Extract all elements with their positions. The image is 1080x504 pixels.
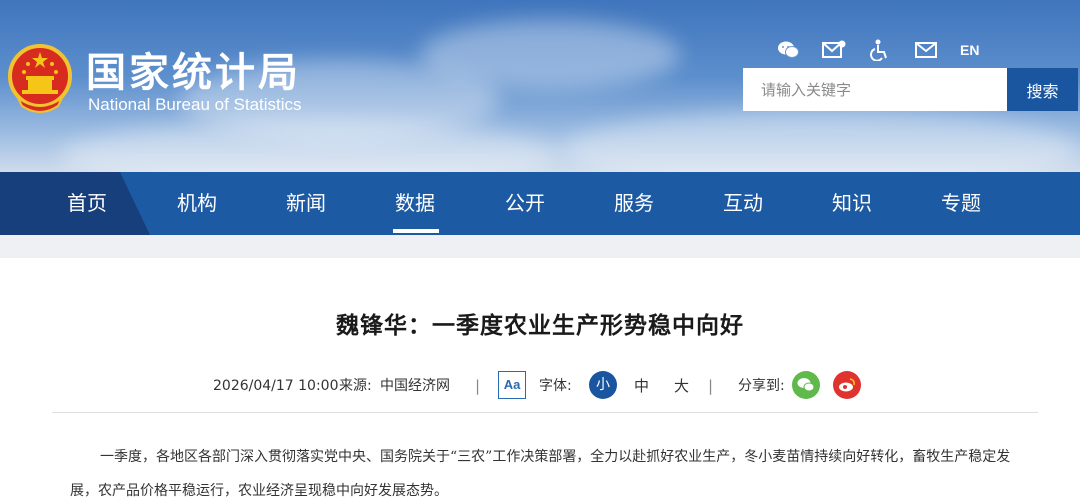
site-title-en[interactable]: National Bureau of Statistics [88,95,302,115]
font-size-medium-button[interactable]: 中 [634,374,649,398]
main-nav: 首页 机构 新闻 数据 公开 服务 互动 知识 专题 [0,172,1080,235]
article-datetime: 2026/04/17 10:00 [213,378,339,394]
search-button[interactable]: 搜索 [1007,68,1078,111]
article-title: 魏锋华：一季度农业生产形势稳中向好 [336,313,744,339]
nav-item-news[interactable]: 新闻 [286,172,326,235]
nav-active-indicator [393,229,439,233]
meta-divider: | [708,377,714,395]
site-header: 国家统计局 National Bureau of Statistics EN 搜… [0,0,1080,172]
mail-edit-icon[interactable] [822,38,846,62]
nav-item-topics[interactable]: 专题 [941,172,981,235]
site-title-cn[interactable]: 国家统计局 [86,40,301,98]
share-label: 分享到: [738,378,785,394]
font-size-label: 字体: [539,378,572,394]
meta-divider: | [475,377,481,395]
nav-item-services[interactable]: 服务 [614,172,654,235]
nav-item-organization[interactable]: 机构 [177,172,217,235]
nav-item-home[interactable]: 首页 [67,172,107,235]
wechat-icon[interactable] [776,38,800,62]
header-utility-icons: EN [776,38,979,62]
nav-item-data[interactable]: 数据 [395,172,435,235]
font-toggle-button[interactable]: Aa [498,371,526,399]
nav-item-knowledge[interactable]: 知识 [832,172,872,235]
meta-divider-line [52,412,1038,413]
weibo-share-icon[interactable] [833,371,861,399]
article-source: 中国经济网 [380,378,450,394]
national-emblem-icon [8,44,72,113]
nav-item-interaction[interactable]: 互动 [723,172,763,235]
nav-item-public[interactable]: 公开 [505,172,545,235]
search-input[interactable] [743,68,1007,111]
wechat-share-icon[interactable] [792,371,820,399]
font-size-small-button[interactable]: 小 [589,371,617,399]
article-body: 一季度，各地区各部门深入贯彻落实党中央、国务院关于“三农”工作决策部署，全力以赴… [70,449,1011,499]
mail-icon[interactable] [914,38,938,62]
source-label: 来源: [339,378,372,394]
font-size-large-button[interactable]: 大 [674,374,689,398]
language-switch-en[interactable]: EN [960,42,979,58]
accessibility-icon[interactable] [868,38,892,62]
